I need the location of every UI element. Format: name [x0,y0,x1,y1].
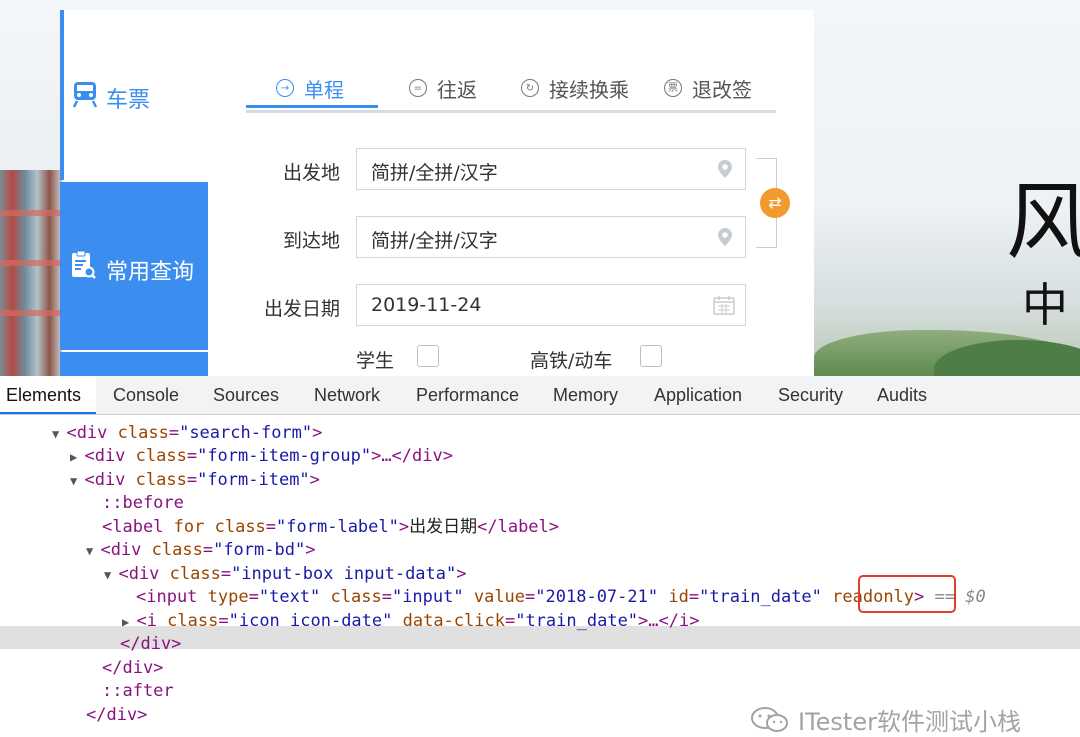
background-banner-char: 风 [1006,173,1080,271]
nav-item-partial[interactable] [60,352,208,376]
collapse-triangle-icon[interactable]: ▼ [86,544,100,558]
dom-node-form-item[interactable]: ▼ <div class="form-item"> [70,469,320,492]
watermark-text: ITester软件测试小栈 [798,708,1021,736]
dom-close-div[interactable]: </div> [120,633,181,656]
dom-node-form-bd[interactable]: ▼ <div class="form-bd"> [86,539,315,562]
tab-application[interactable]: Application [654,385,742,406]
nav-query-label: 常用查询 [106,260,195,285]
dom-node-icon-date[interactable]: ▶ <i class="icon icon-date" data-click="… [122,610,699,633]
ticket-circle-icon: 票 [664,79,682,97]
background-banner-char: 中 [1022,278,1068,332]
expand-triangle-icon[interactable]: ▶ [122,615,136,629]
tab-label: 退改签 [692,77,752,102]
train-ticket-screenshot: 风 中 车票 常用查询 → 单程 = 往返 ↻ 接续换乘 票 退改签 出发地 简… [0,0,1080,376]
tab-refund-change[interactable]: 票 退改签 [664,68,752,108]
dom-pseudo-before[interactable]: ::before [102,492,184,515]
student-checkbox[interactable] [417,345,439,367]
departure-date-input[interactable]: 2019-11-24 [356,284,746,326]
tab-label: 往返 [437,77,477,102]
calendar-icon[interactable] [713,295,735,315]
collapse-triangle-icon[interactable]: ▼ [104,568,118,582]
tab-network[interactable]: Network [314,385,380,406]
dom-node-form-item-group[interactable]: ▶ <div class="form-item-group">…</div> [70,445,453,468]
tab-sources[interactable]: Sources [213,385,279,406]
tab-transfer[interactable]: ↻ 接续换乘 [521,68,629,108]
dom-close-div[interactable]: </div> [102,657,163,680]
train-icon [72,82,98,108]
devtools-panel: Elements Console Sources Network Perform… [0,376,1080,736]
from-placeholder: 简拼/全拼/汉字 [371,162,498,184]
clipboard-search-icon [72,250,96,279]
background-scenery-left [0,170,62,376]
tab-label: 单程 [304,77,344,102]
location-pin-icon [718,228,732,246]
tab-label: 接续换乘 [549,77,629,102]
date-value: 2019-11-24 [371,294,482,316]
location-pin-icon [718,160,732,178]
watermark: ITester软件测试小栈 [750,702,1021,737]
tab-elements[interactable]: Elements [6,385,81,406]
tab-performance[interactable]: Performance [416,385,519,406]
collapse-triangle-icon[interactable]: ▼ [70,474,84,488]
tab-memory[interactable]: Memory [553,385,618,406]
to-placeholder: 简拼/全拼/汉字 [371,230,498,252]
highspeed-checkbox[interactable] [640,345,662,367]
from-station-input[interactable]: 简拼/全拼/汉字 [356,148,746,190]
date-label: 出发日期 [263,298,340,320]
nav-item-common-query[interactable]: 常用查询 [60,182,208,350]
refresh-circle-icon: ↻ [521,79,539,97]
nav-item-ticket[interactable]: 车票 [64,10,208,180]
swap-stations-button[interactable]: ⇄ [760,188,790,218]
tab-console[interactable]: Console [113,385,179,406]
to-label: 到达地 [282,230,340,252]
collapse-triangle-icon[interactable]: ▼ [52,427,66,441]
dom-node-input-box[interactable]: ▼ <div class="input-box input-data"> [104,563,467,586]
elements-dom-tree: ▼ <div class="search-form"> ▶ <div class… [0,414,1080,736]
to-station-input[interactable]: 简拼/全拼/汉字 [356,216,746,258]
tab-audits[interactable]: Audits [877,385,927,406]
student-label: 学生 [356,350,395,372]
dom-node-label[interactable]: <label for class="form-label">出发日期</labe… [102,516,559,539]
arrow-circle-icon: → [276,79,294,97]
devtools-tab-bar: Elements Console Sources Network Perform… [0,376,1080,415]
from-label: 出发地 [282,162,340,184]
tab-security[interactable]: Security [778,385,843,406]
nav-active-indicator [60,10,64,180]
expand-triangle-icon[interactable]: ▶ [70,450,84,464]
wechat-icon [751,706,788,732]
active-tab-underline [246,105,378,108]
nav-ticket-label: 车票 [106,88,151,113]
dom-node-search-form[interactable]: ▼ <div class="search-form"> [52,422,322,445]
dom-pseudo-after[interactable]: ::after [102,680,174,703]
highspeed-label: 高铁/动车 [530,350,613,372]
tab-round-trip[interactable]: = 往返 [409,68,477,108]
tab-one-way[interactable]: → 单程 [276,68,344,108]
readonly-highlight-box [858,575,956,613]
equals-circle-icon: = [409,79,427,97]
